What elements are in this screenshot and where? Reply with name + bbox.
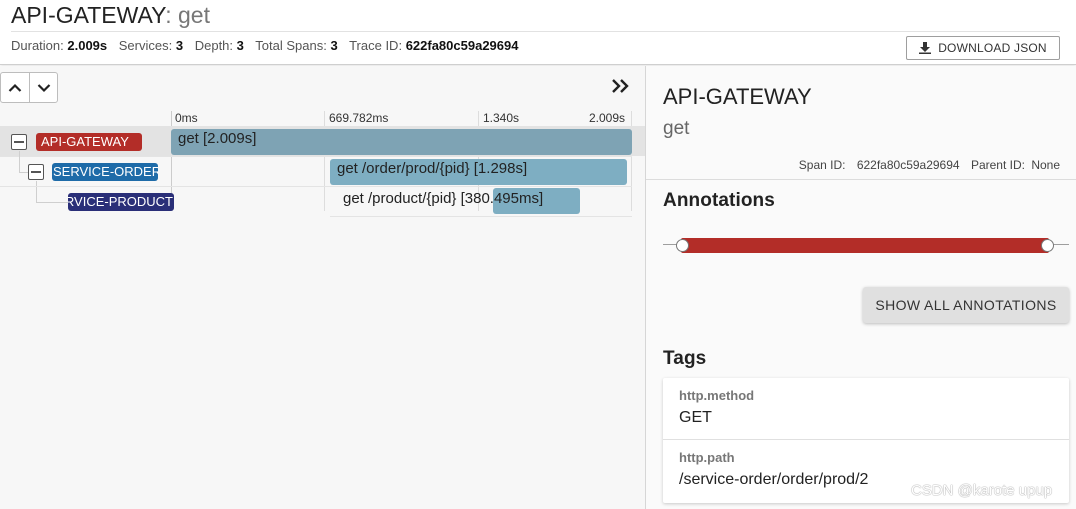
- span-bar-label: get /product/{pid} [380.495ms]: [343, 190, 544, 207]
- span-toggle[interactable]: [11, 134, 27, 150]
- service-badge: API-GATEWAY: [36, 133, 142, 151]
- tag-value: GET: [679, 409, 712, 426]
- trace-title-service: API-GATEWAY: [11, 2, 166, 28]
- download-json-button[interactable]: DOWNLOAD JSON: [906, 36, 1060, 60]
- header-divider: [11, 31, 1060, 32]
- show-all-annotations-button[interactable]: SHOW ALL ANNOTATIONS: [863, 287, 1069, 323]
- trace-id-label: Trace ID:: [349, 38, 403, 53]
- tick-label: 669.782ms: [329, 111, 389, 125]
- download-json-label: DOWNLOAD JSON: [938, 41, 1047, 55]
- tick-label: 2.009s: [589, 111, 626, 125]
- span-id-value: 622fa80c59a29694: [856, 158, 960, 172]
- tick-label: 1.340s: [483, 111, 520, 125]
- parent-id-label: Parent ID:: [970, 158, 1025, 172]
- row-divider: [330, 216, 632, 217]
- tag-key: http.path: [679, 450, 735, 465]
- duration-label: Duration:: [11, 38, 64, 53]
- chevron-up-icon: [8, 83, 22, 92]
- trace-timeline-panel: 0ms 669.782ms 1.340s 2.009s API-GATEWAY …: [0, 66, 645, 509]
- depth-label: Depth:: [194, 38, 234, 53]
- span-bar-label: get [2.009s]: [178, 130, 257, 147]
- annotation-end-marker[interactable]: [1041, 239, 1054, 252]
- trace-title-separator: :: [165, 2, 178, 28]
- download-icon: [919, 42, 932, 54]
- row-divider: [0, 156, 632, 157]
- watermark-text: CSDN @karote upup: [911, 482, 1053, 499]
- detail-service-name: API-GATEWAY: [663, 84, 812, 109]
- detail-operation-name: get: [663, 118, 690, 139]
- tree-connector: [36, 202, 68, 203]
- tree-connector: [36, 181, 37, 202]
- trace-title-operation: get: [178, 2, 210, 28]
- service-badge: SERVICE-ORDER: [52, 163, 158, 181]
- span-detail-panel: API-GATEWAY get Span ID: 622fa80c59a2969…: [645, 66, 1076, 509]
- tick-label: 0ms: [175, 111, 198, 125]
- chevron-down-icon: [37, 83, 50, 92]
- tag-key: http.method: [679, 388, 755, 403]
- duration-value: 2.009s: [67, 38, 108, 53]
- span-ids: Span ID: 622fa80c59a29694 Parent ID: Non…: [799, 158, 1060, 172]
- span-bar-label: get /order/prod/{pid} [1.298s]: [337, 160, 528, 177]
- detail-divider: [646, 179, 1076, 180]
- service-badge: SERVICE-PRODUCT: [68, 193, 174, 211]
- tags-heading: Tags: [663, 348, 707, 369]
- double-chevron-right-icon[interactable]: [611, 78, 631, 94]
- span-toggle[interactable]: [28, 164, 44, 180]
- tag-item: http.method GET: [663, 378, 1069, 439]
- tag-value: /service-order/order/prod/2: [679, 471, 869, 488]
- trace-summary: Duration: 2.009s Services: 3 Depth: 3 To…: [11, 38, 526, 53]
- depth-value: 3: [236, 38, 244, 53]
- parent-id-value: None: [1031, 158, 1060, 172]
- expand-all-button[interactable]: [29, 73, 57, 102]
- collapse-expand-group: [0, 72, 58, 103]
- services-value: 3: [175, 38, 184, 53]
- trace-id-value: 622fa80c59a29694: [405, 38, 519, 53]
- row-divider: [0, 186, 632, 187]
- services-label: Services:: [118, 38, 173, 53]
- total-spans-value: 3: [330, 38, 338, 53]
- tree-connector: [19, 151, 20, 172]
- annotations-heading: Annotations: [663, 190, 775, 211]
- total-spans-label: Total Spans:: [255, 38, 327, 53]
- annotation-start-marker[interactable]: [676, 239, 689, 252]
- span-id-label: Span ID:: [798, 158, 846, 172]
- trace-header: API-GATEWAY: get Duration: 2.009s Servic…: [0, 0, 1076, 65]
- trace-title: API-GATEWAY: get: [11, 2, 210, 29]
- annotation-bar[interactable]: [681, 238, 1049, 253]
- collapse-all-button[interactable]: [1, 73, 29, 102]
